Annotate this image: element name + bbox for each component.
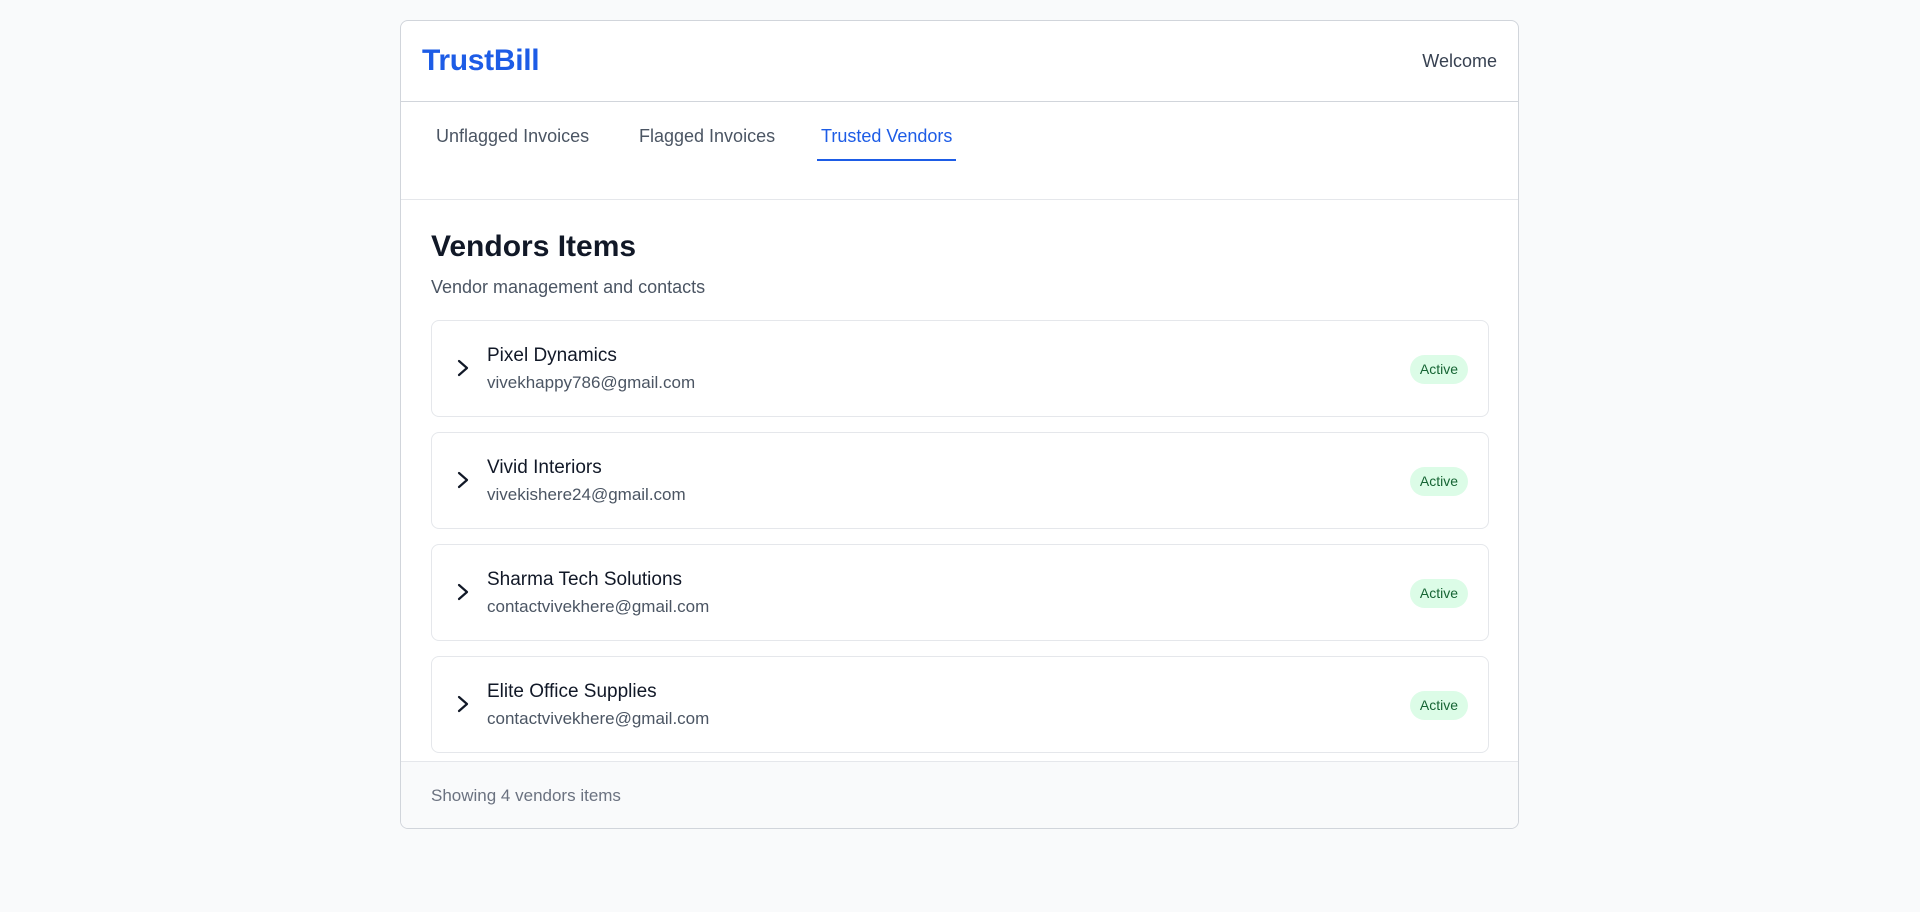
tab-flagged-invoices[interactable]: Flagged Invoices xyxy=(635,126,779,159)
vendor-email: contactvivekhere@gmail.com xyxy=(487,597,710,616)
chevron-right-icon[interactable] xyxy=(456,693,470,715)
status-badge: Active xyxy=(1409,467,1468,496)
app-header: TrustBill xyxy=(401,21,1518,102)
chevron-right-icon[interactable] xyxy=(456,357,470,379)
chevron-right-icon[interactable] xyxy=(456,581,470,603)
tab-trusted-vendors[interactable]: Trusted Vendors xyxy=(817,126,957,161)
welcome-text: Welcome xyxy=(1422,51,1497,71)
vendor-name: Pixel Dynamics xyxy=(487,345,617,366)
vendor-item[interactable]: Elite Office Supplies contactvivekhere@g… xyxy=(431,656,1489,753)
vendor-item[interactable]: Vivid Interiors vivekishere24@gmail.com … xyxy=(431,432,1489,529)
chevron-right-icon[interactable] xyxy=(456,469,470,491)
tab-unflagged-invoices[interactable]: Unflagged Invoices xyxy=(432,126,593,159)
page-title: Vendors Items xyxy=(431,230,637,263)
tab-bar: Unflagged Invoices Flagged Invoices Trus… xyxy=(401,102,1518,200)
vendor-item[interactable]: Sharma Tech Solutions contactvivekhere@g… xyxy=(431,544,1489,641)
brand-logo[interactable]: TrustBill xyxy=(422,44,540,78)
vendor-name: Sharma Tech Solutions xyxy=(487,569,683,590)
vendor-list: Pixel Dynamics vivekhappy786@gmail.com A… xyxy=(431,320,1489,768)
page-subtitle: Vendor management and contacts xyxy=(431,277,706,297)
status-badge: Active xyxy=(1409,691,1468,720)
vendor-email: vivekhappy786@gmail.com xyxy=(487,373,696,392)
vendor-email: vivekishere24@gmail.com xyxy=(487,485,686,504)
vendor-name: Vivid Interiors xyxy=(487,457,602,478)
vendor-email: contactvivekhere@gmail.com xyxy=(487,709,710,728)
status-badge: Active xyxy=(1409,579,1468,608)
list-footer: Showing 4 vendors items xyxy=(401,761,1518,828)
vendor-name: Elite Office Supplies xyxy=(487,681,657,702)
footer-summary: Showing 4 vendors items xyxy=(431,786,621,805)
status-badge: Active xyxy=(1409,355,1468,384)
main-card: TrustBill Unflagged Invoices Flagged Inv… xyxy=(400,20,1519,829)
vendor-item[interactable]: Pixel Dynamics vivekhappy786@gmail.com A… xyxy=(431,320,1489,417)
